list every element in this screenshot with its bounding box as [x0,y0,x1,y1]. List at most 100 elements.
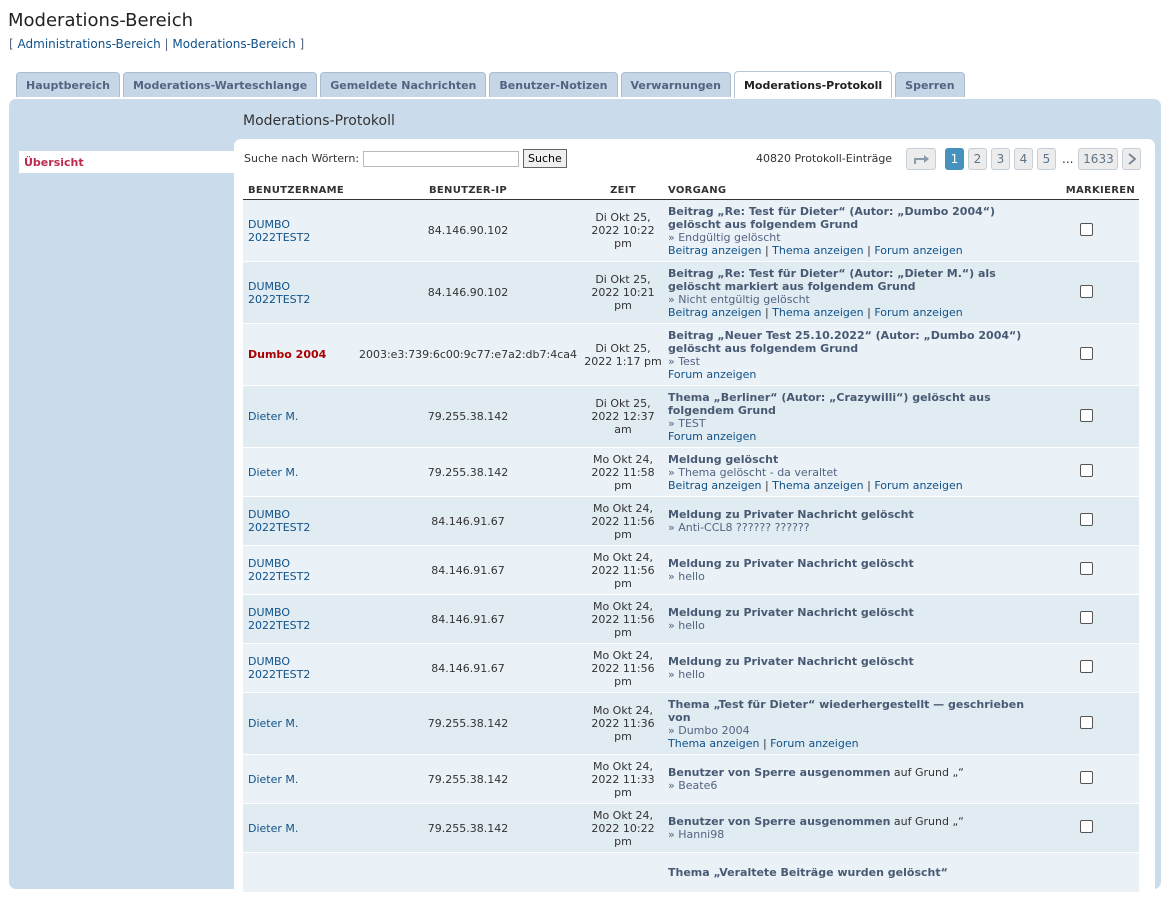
action-title-line: Meldung zu Privater Nachricht gelöscht [668,655,1028,668]
tab-1[interactable]: Moderations-Warteschlange [122,72,318,97]
search-button[interactable]: Suche [523,149,567,168]
cell-mark [1028,323,1139,386]
action-link[interactable]: Thema anzeigen [772,306,863,319]
user-link[interactable]: DUMBO 2022TEST2 [248,557,310,583]
cell-time: Mo Okt 24, 2022 11:56 pm [578,545,663,595]
user-link[interactable]: Dumbo 2004 [248,348,326,361]
table-row: DUMBO 2022TEST2 84.146.90.102 Di Okt 25, 2… [243,261,1139,324]
table-row: DUMBO 2022TEST2 84.146.91.67 Mo Okt 24, 20… [243,643,1139,693]
cell-ip [353,852,578,893]
mark-checkbox[interactable] [1079,771,1093,784]
tab-4[interactable]: Verwarnungen [620,72,731,97]
last-page-button[interactable]: 1633 [1078,148,1119,170]
sidebar-item-label: Übersicht [24,155,84,169]
user-link[interactable]: DUMBO 2022TEST2 [248,508,310,534]
mark-checkbox[interactable] [1079,715,1093,729]
user-link[interactable]: Dieter M. [248,410,298,423]
cell-user: Dumbo 2004 [243,323,353,386]
cell-ip: 2003:e3:739:6c00:9c77:e7a2:db7:4ca4 [353,323,578,386]
action-title-extra: auf Grund „“ [890,815,964,828]
page-button[interactable]: 2 [968,148,987,170]
cell-action: Thema „Berliner“ (Autor: „Crazywilli“) g… [663,385,1028,448]
cell-ip: 79.255.38.142 [353,803,578,853]
cell-user: Dieter M. [243,447,353,497]
user-link[interactable]: Dieter M. [248,466,298,479]
mark-checkbox[interactable] [1079,660,1093,673]
page-button[interactable]: 4 [1014,148,1033,170]
action-title: Thema „Test für Dieter“ wiederhergestell… [668,697,1025,724]
user-link[interactable]: DUMBO 2022TEST2 [248,280,310,306]
mark-checkbox[interactable] [1079,611,1093,624]
action-title-line: Beitrag „Re: Test für Dieter“ (Autor: „D… [668,205,1028,231]
action-reason: » hello [668,668,705,681]
action-link[interactable]: Forum anzeigen [874,306,962,319]
mark-checkbox[interactable] [1079,346,1093,360]
column-header-time: ZEIT [578,181,663,200]
user-link[interactable]: DUMBO 2022TEST2 [248,218,310,244]
action-link[interactable]: Forum anzeigen [874,479,962,492]
user-link[interactable]: DUMBO 2022TEST2 [248,606,310,632]
column-header-action: VORGANG [663,181,1028,200]
cell-action: Meldung zu Privater Nachricht gelöscht» … [663,545,1028,595]
user-link[interactable]: Dieter M. [248,822,298,835]
action-link[interactable]: Forum anzeigen [874,244,962,257]
action-link[interactable]: Forum anzeigen [668,430,756,443]
action-link[interactable]: Beitrag anzeigen [668,244,761,257]
action-link[interactable]: Beitrag anzeigen [668,306,761,319]
mark-checkbox[interactable] [1079,464,1093,477]
cell-user: DUMBO 2022TEST2 [243,199,353,262]
mark-checkbox[interactable] [1079,562,1093,575]
action-link[interactable]: Thema anzeigen [772,244,863,257]
tab-6[interactable]: Sperren [895,72,965,97]
tab-5[interactable]: Moderations-Protokoll [733,71,893,98]
user-link[interactable]: DUMBO 2022TEST2 [248,655,310,681]
cell-time: Mo Okt 24, 2022 11:33 pm [578,754,663,804]
mark-checkbox[interactable] [1079,513,1093,526]
cell-ip: 79.255.38.142 [353,692,578,755]
action-link[interactable]: Forum anzeigen [770,737,858,750]
action-link[interactable]: Thema anzeigen [668,737,759,750]
mark-checkbox[interactable] [1079,408,1093,422]
action-link[interactable]: Thema anzeigen [772,479,863,492]
user-link[interactable]: Dieter M. [248,717,298,730]
cell-time: Mo Okt 24, 2022 10:22 pm [578,803,663,853]
tab-2[interactable]: Gemeldete Nachrichten [320,72,487,97]
table-row: Dumbo 2004 2003:e3:739:6c00:9c77:e7a2:db7… [243,323,1139,386]
column-header-ip: BENUTZER-IP [353,181,578,200]
search-input[interactable] [363,150,520,167]
next-page-button[interactable] [1122,148,1142,170]
action-reason: » Anti-CCL8 ?????? ?????? [668,521,810,534]
action-link[interactable]: Beitrag anzeigen [668,479,761,492]
page-button[interactable]: 1 [945,148,964,170]
table-row: Dieter M. 79.255.38.142 Mo Okt 24, 2022 11… [243,754,1139,804]
tab-0[interactable]: Hauptbereich [16,72,120,97]
cell-mark [1028,261,1139,324]
link-separator: | [761,243,773,257]
cell-user: Dieter M. [243,754,353,804]
mark-checkbox[interactable] [1079,820,1093,833]
action-links: Forum anzeigen [668,430,1028,443]
table-row: Dieter M. 79.255.38.142 Mo Okt 24, 2022 10… [243,803,1139,853]
action-title: Beitrag „Re: Test für Dieter“ (Autor: „D… [668,204,996,231]
cell-time: Mo Okt 24, 2022 11:56 pm [578,496,663,546]
cell-action: Thema „Veraltete Beiträge wurden gelösch… [663,852,1028,893]
action-title-line: Meldung zu Privater Nachricht gelöscht [668,508,1028,521]
breadcrumb-mod-link[interactable]: Moderations-Bereich [172,37,295,51]
mark-checkbox[interactable] [1079,222,1093,236]
jump-to-page-button[interactable] [906,148,936,170]
page-button[interactable]: 5 [1037,148,1056,170]
action-link[interactable]: Forum anzeigen [668,368,756,381]
tab-3[interactable]: Benutzer-Notizen [489,72,618,97]
action-title: Meldung zu Privater Nachricht gelöscht [668,655,914,668]
main-panel: Übersicht Moderations-Protokoll Suche na… [9,99,1161,899]
table-row: Dieter M. 79.255.38.142 Mo Okt 24, 2022 11… [243,692,1139,755]
page-buttons: 12345 [945,148,1060,170]
table-row: DUMBO 2022TEST2 84.146.91.67 Mo Okt 24, 20… [243,496,1139,546]
search-bar: Suche nach Wörtern: Suche [244,149,567,168]
sidebar-item-uebersicht[interactable]: Übersicht [19,151,234,173]
page-button[interactable]: 3 [991,148,1010,170]
user-link[interactable]: Dieter M. [248,773,298,786]
mark-checkbox[interactable] [1079,284,1093,298]
breadcrumb-admin-link[interactable]: Administrations-Bereich [18,37,161,51]
action-title-line: Meldung zu Privater Nachricht gelöscht [668,606,1028,619]
